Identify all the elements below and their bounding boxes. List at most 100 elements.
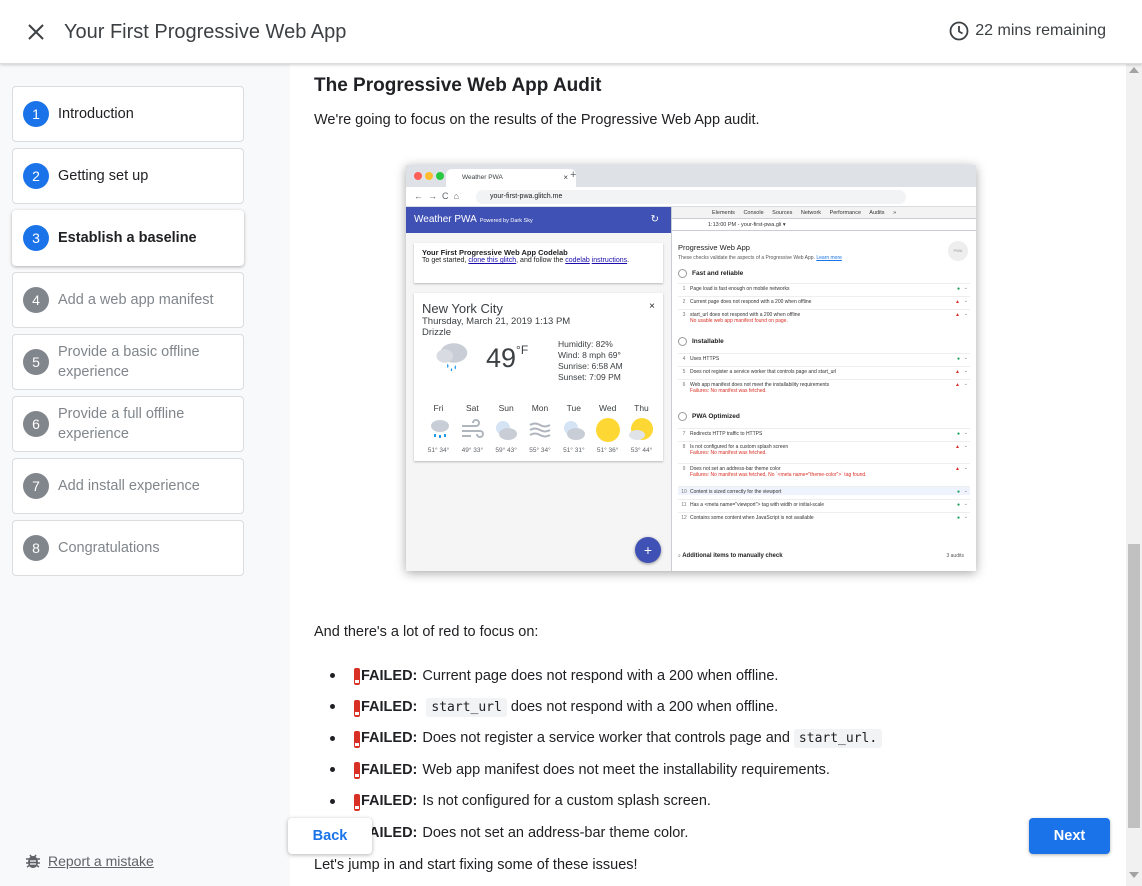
pass-icon: ●: [956, 356, 960, 362]
tab-close-icon: ×: [563, 173, 568, 182]
chevron-down-icon: ⌄: [963, 488, 968, 494]
window-close-dot: [414, 172, 422, 180]
pass-icon: ●: [956, 431, 960, 437]
step-add-manifest[interactable]: 4 Add a web app manifest: [12, 272, 244, 328]
forecast-day: Fri 51° 34°: [422, 403, 455, 454]
step-install-experience[interactable]: 7 Add install experience: [12, 458, 244, 514]
weather-app-bar: Weather PWA Powered by Dark Sky ↻: [406, 207, 671, 233]
add-city-fab: +: [635, 537, 661, 563]
forecast-day-name: Mon: [531, 403, 549, 413]
audit-number: 5: [682, 369, 686, 375]
browser-url-bar: ←→C⌂ your-first-pwa.glitch.me: [406, 187, 976, 207]
step-number: 6: [23, 411, 49, 437]
scroll-down-arrow-icon[interactable]: [1129, 872, 1139, 878]
audit-number: 8: [682, 444, 686, 450]
audit-group-header: Fast and reliable: [678, 269, 743, 278]
back-button[interactable]: Back: [288, 818, 372, 854]
failure-text: Is not configured for a custom splash sc…: [422, 793, 711, 810]
fail-icon: ▲: [955, 369, 960, 375]
step-number: 5: [23, 349, 49, 375]
audit-number: 12: [681, 515, 687, 521]
powered-by: Powered by Dark Sky: [479, 218, 533, 224]
forecast-day: Tue 51° 31°: [557, 403, 590, 454]
codelab-title: Your First Progressive Web App: [64, 21, 347, 43]
step-introduction[interactable]: 1 Introduction: [12, 86, 244, 142]
audit-row: 4 Uses HTTPS ● ⌄: [678, 353, 970, 362]
audit-row: 11 Has a <meta name="viewport"> tag with …: [678, 499, 970, 508]
manual-checks-row: ⌕ Additional items to manually check 3 au…: [678, 553, 970, 559]
step-getting-set-up[interactable]: 2 Getting set up: [12, 148, 244, 204]
failure-text: Does not set an address-bar theme color.: [422, 824, 689, 841]
fail-icon: ▲: [955, 444, 960, 450]
list-item: FAILED: start_url does not respond with a …: [329, 691, 886, 722]
forecast-temps: 53° 44°: [630, 447, 653, 454]
group-status-icon: [678, 337, 687, 346]
audit-group-name: Installable: [692, 338, 724, 345]
partly-cloudy-night-icon: [563, 421, 585, 440]
audit-failure-detail: Failures: No manifest was fetched.: [690, 450, 767, 456]
audit-row: 6 Web app manifest does not meet the inst…: [678, 379, 970, 394]
step-full-offline[interactable]: 6 Provide a full offline experience: [12, 396, 244, 452]
report-mistake-link[interactable]: Report a mistake: [24, 852, 154, 870]
audit-number: 9: [682, 466, 686, 472]
codelab-card: Your First Progressive Web App Codelab T…: [414, 243, 663, 283]
audit-row: 9 Does not set an address-bar theme color…: [678, 463, 970, 478]
inline-code: start_url: [426, 697, 507, 717]
window-maximize-dot: [436, 172, 444, 180]
audit-failure-detail: Failures: No manifest was fetched.: [690, 388, 767, 394]
sunrise: Sunrise: 6:58 AM: [558, 361, 623, 371]
step-basic-offline[interactable]: 5 Provide a basic offline experience: [12, 334, 244, 390]
chevron-down-icon: ⌄: [963, 443, 968, 449]
forecast-day: Sun 59° 43°: [490, 403, 523, 454]
forecast-day-name: Thu: [634, 403, 649, 413]
intro-paragraph: We're going to focus on the results of t…: [314, 112, 760, 128]
audit-number: 2: [682, 299, 686, 305]
humidity: Humidity: 82%: [558, 339, 613, 349]
scroll-up-arrow-icon[interactable]: [1129, 67, 1139, 73]
forecast-day-name: Sat: [465, 403, 479, 413]
fail-icon: ▲: [955, 312, 960, 318]
audit-group-name: Fast and reliable: [692, 270, 744, 277]
browser-tab-title: Weather PWA: [462, 174, 503, 181]
forecast-temps: 59° 43°: [495, 447, 517, 454]
list-item: FAILED: Is not configured for a custom sp…: [329, 786, 886, 817]
pass-icon: ●: [956, 515, 960, 521]
time-remaining: 22 mins remaining: [949, 21, 1106, 41]
forecast-temps: 55° 34°: [529, 447, 551, 454]
audit-row: 3 start_url does not respond with a 200 w…: [678, 309, 970, 324]
forecast-temps: 49° 33°: [461, 447, 484, 454]
step-number: 2: [23, 163, 49, 189]
step-number: 3: [23, 225, 49, 251]
forecast-row: Fri 51° 34° Sat 49° 33° Sun 59° 43° Mon 55° …: [422, 403, 658, 454]
red-intro-paragraph: And there's a lot of red to focus on:: [314, 624, 539, 640]
forecast-temps: 51° 36°: [596, 447, 619, 454]
scrollbar-thumb[interactable]: [1128, 544, 1140, 828]
audit-row: 1 Page load is fast enough on mobile netw…: [678, 283, 970, 292]
learn-more-link: Learn more: [816, 255, 842, 261]
new-tab-icon: +: [570, 169, 577, 181]
audit-text: Redirects HTTP traffic to HTTPS: [690, 431, 763, 437]
audit-row: 7 Redirects HTTP traffic to HTTPS ● ⌄: [678, 428, 970, 437]
step-establish-baseline[interactable]: 3 Establish a baseline: [12, 210, 244, 266]
weather-description: Drizzle: [422, 327, 452, 338]
failed-label: FAILED:: [361, 761, 418, 778]
exclamation-icon: [354, 762, 360, 780]
step-congratulations[interactable]: 8 Congratulations: [12, 520, 244, 576]
refresh-icon: ↻: [650, 214, 659, 225]
exclamation-icon: [354, 668, 360, 686]
fog-icon: [529, 422, 551, 438]
weather-stats: Humidity: 82% Wind: 8 mph 69° Sunrise: 6…: [558, 339, 623, 383]
step-label: Provide a full offline experience: [58, 406, 185, 442]
partly-cloudy-night-icon: [496, 421, 518, 440]
step-label: Establish a baseline: [58, 230, 197, 246]
forecast-day-name: Sun: [498, 403, 514, 413]
browser-tab-bar: Weather PWA × +: [406, 165, 976, 187]
sun-icon: [595, 418, 620, 442]
step-number: 8: [23, 535, 49, 561]
close-icon[interactable]: [24, 20, 48, 44]
next-button[interactable]: Next: [1029, 818, 1110, 854]
audit-number: 4: [682, 356, 686, 362]
pwa-badge: PWA: [948, 241, 968, 261]
chevron-down-icon: ⌄: [963, 368, 968, 374]
section-title: The Progressive Web App Audit: [314, 75, 602, 96]
